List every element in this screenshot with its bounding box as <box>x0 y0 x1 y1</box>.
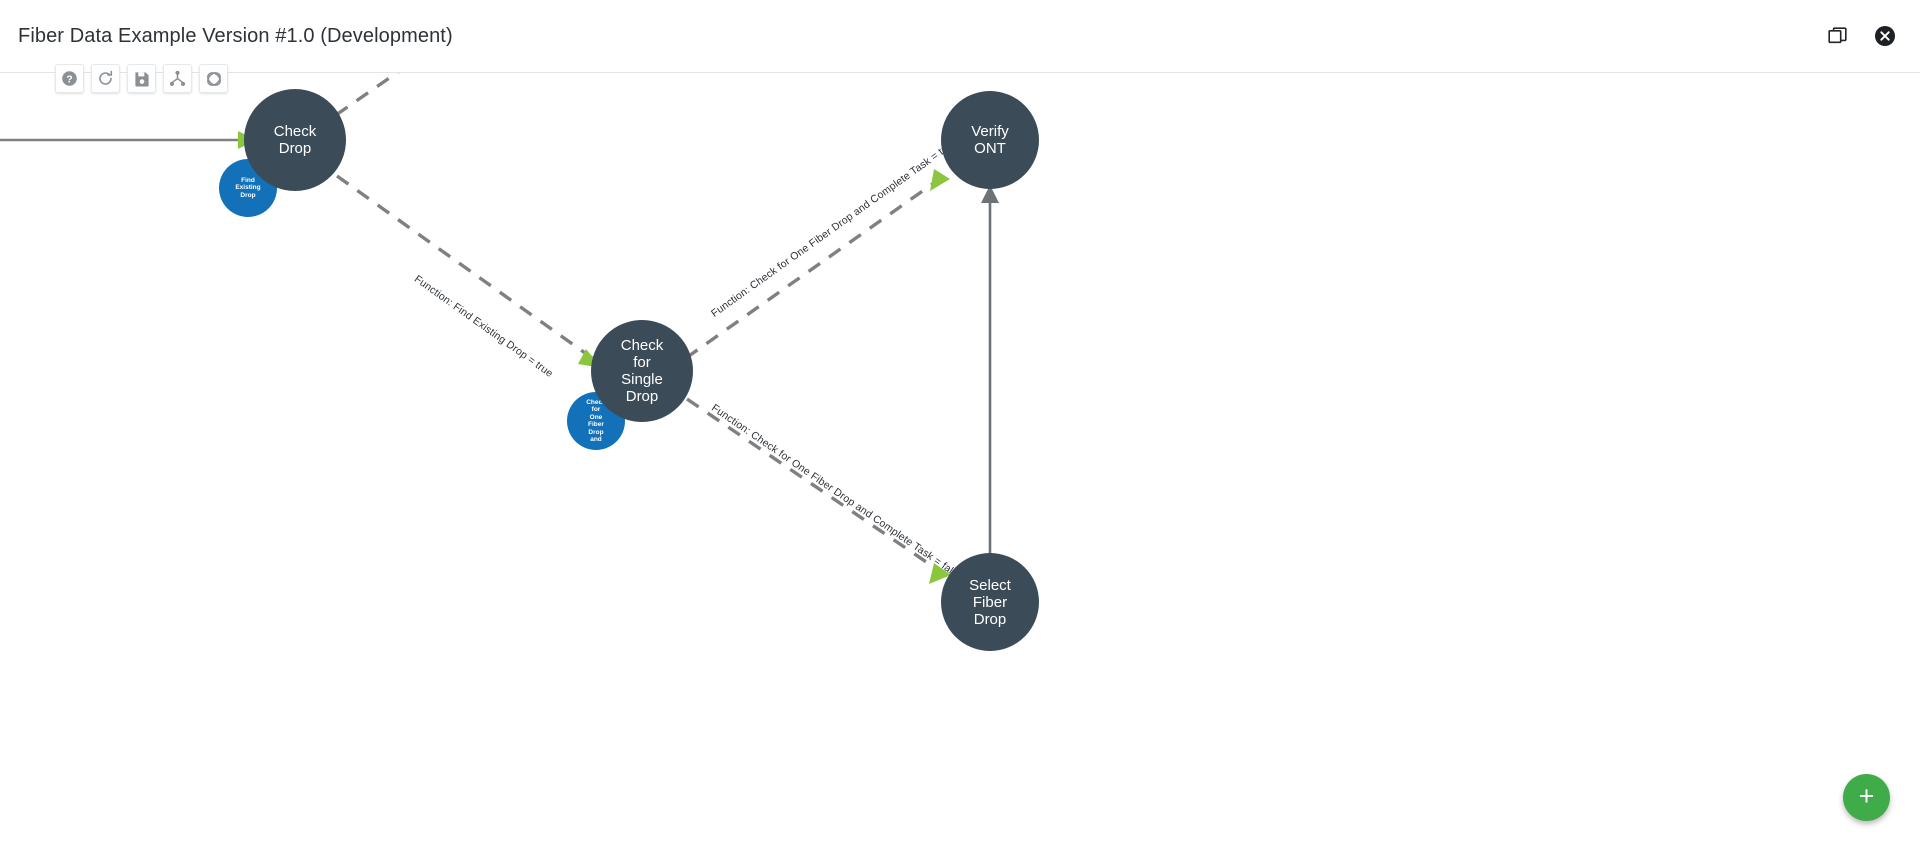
diagram-toolbar: ? <box>55 64 228 93</box>
node-check-for-single-drop[interactable]: Check for Single Drop <box>591 320 693 422</box>
window-titlebar: Fiber Data Example Version #1.0 (Develop… <box>0 0 1920 73</box>
diagram-canvas[interactable]: Function: Find Existing Drop = true Func… <box>0 73 1920 857</box>
edge-check-drop-to-offscreen <box>335 73 400 117</box>
edge-check-single-to-select-fiber <box>686 397 951 584</box>
rotate-slash-icon <box>206 71 221 86</box>
node-select-fiber-drop[interactable]: Select Fiber Drop <box>941 553 1039 651</box>
refresh-button[interactable] <box>91 64 120 93</box>
node-label: Check Drop <box>273 123 317 157</box>
page-title: Fiber Data Example Version #1.0 (Develop… <box>18 24 453 47</box>
close-window-button[interactable] <box>1872 23 1898 49</box>
node-label: Select Fiber Drop <box>969 576 1011 628</box>
hierarchy-button[interactable] <box>163 64 192 93</box>
node-check-drop[interactable]: Check Drop <box>244 89 346 191</box>
window-controls <box>1824 23 1898 49</box>
help-button[interactable]: ? <box>55 64 84 93</box>
refresh-icon <box>99 70 113 85</box>
edge-check-drop-to-check-single <box>336 174 602 368</box>
workflow-editor-window: Fiber Data Example Version #1.0 (Develop… <box>0 0 1920 857</box>
node-label: Verify ONT <box>971 123 1009 157</box>
save-floppy-icon <box>134 71 149 86</box>
help-circle-icon: ? <box>62 71 77 86</box>
add-node-button[interactable]: + <box>1843 774 1890 821</box>
node-verify-ont[interactable]: Verify ONT <box>941 91 1039 189</box>
edge-start-to-check-drop <box>0 131 256 149</box>
plus-icon: + <box>1858 781 1875 811</box>
edge-select-fiber-to-verify-ont <box>981 185 999 601</box>
badge-label: Find Existing Drop <box>235 176 261 199</box>
rotate-button[interactable] <box>199 64 228 93</box>
save-button[interactable] <box>127 64 156 93</box>
edge-check-single-to-verify-ont <box>685 169 950 360</box>
svg-text:?: ? <box>66 73 72 85</box>
sitemap-icon <box>169 70 186 86</box>
node-label: Check for Single Drop <box>620 337 664 405</box>
restore-window-button[interactable] <box>1824 23 1850 49</box>
